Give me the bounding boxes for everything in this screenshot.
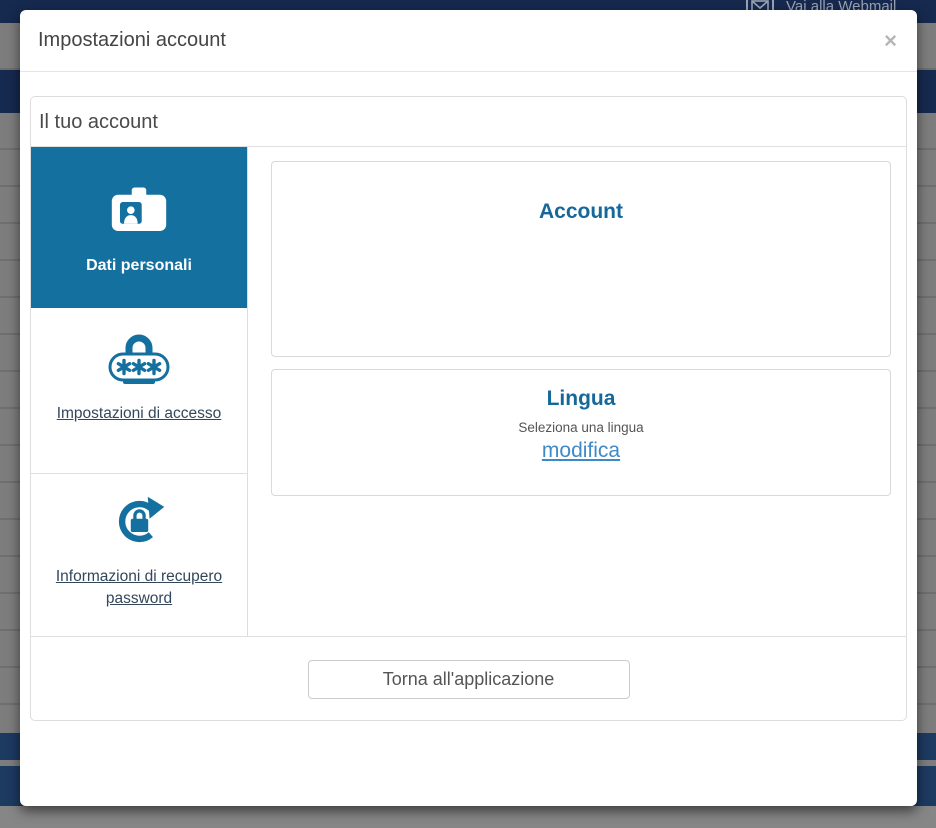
modal-title: Impostazioni account <box>38 29 226 51</box>
overlay-bottom <box>0 806 936 828</box>
close-icon[interactable]: × <box>882 29 899 52</box>
tab-informazioni-di-recupero-password[interactable]: Informazioni di recupero password <box>31 474 247 634</box>
tab-label: Dati personali <box>86 257 192 274</box>
account-panel: Il tuo account Dati personali Impostazio… <box>30 96 907 721</box>
password-lock-icon <box>107 328 171 391</box>
lingua-card: Lingua Seleziona una lingua modifica <box>271 369 891 496</box>
id-badge-icon <box>110 187 168 242</box>
tab-label: Informazioni di recupero password <box>55 568 223 608</box>
modifica-link[interactable]: modifica <box>542 439 620 463</box>
lingua-card-subtitle: Seleziona una lingua <box>518 420 644 435</box>
tab-label: Impostazioni di accesso <box>56 405 222 422</box>
tab-impostazioni-di-accesso[interactable]: Impostazioni di accesso <box>31 308 247 474</box>
settings-sidebar: Dati personali Impostazioni di accesso I… <box>31 147 248 636</box>
modal-header: Impostazioni account × <box>20 10 917 72</box>
account-card-title: Account <box>539 200 623 223</box>
back-to-application-button[interactable]: Torna all'applicazione <box>307 660 630 699</box>
panel-main: Dati personali Impostazioni di accesso I… <box>31 147 906 637</box>
account-settings-modal: Impostazioni account × Il tuo account Da… <box>20 10 917 806</box>
tab-dati-personali[interactable]: Dati personali <box>31 147 247 308</box>
settings-content: Account Lingua Seleziona una lingua modi… <box>248 147 906 636</box>
account-card: Account <box>271 161 891 357</box>
lingua-card-title: Lingua <box>546 387 616 410</box>
panel-footer: Torna all'applicazione <box>31 637 906 720</box>
panel-heading: Il tuo account <box>31 97 906 147</box>
lock-refresh-icon <box>112 494 167 554</box>
